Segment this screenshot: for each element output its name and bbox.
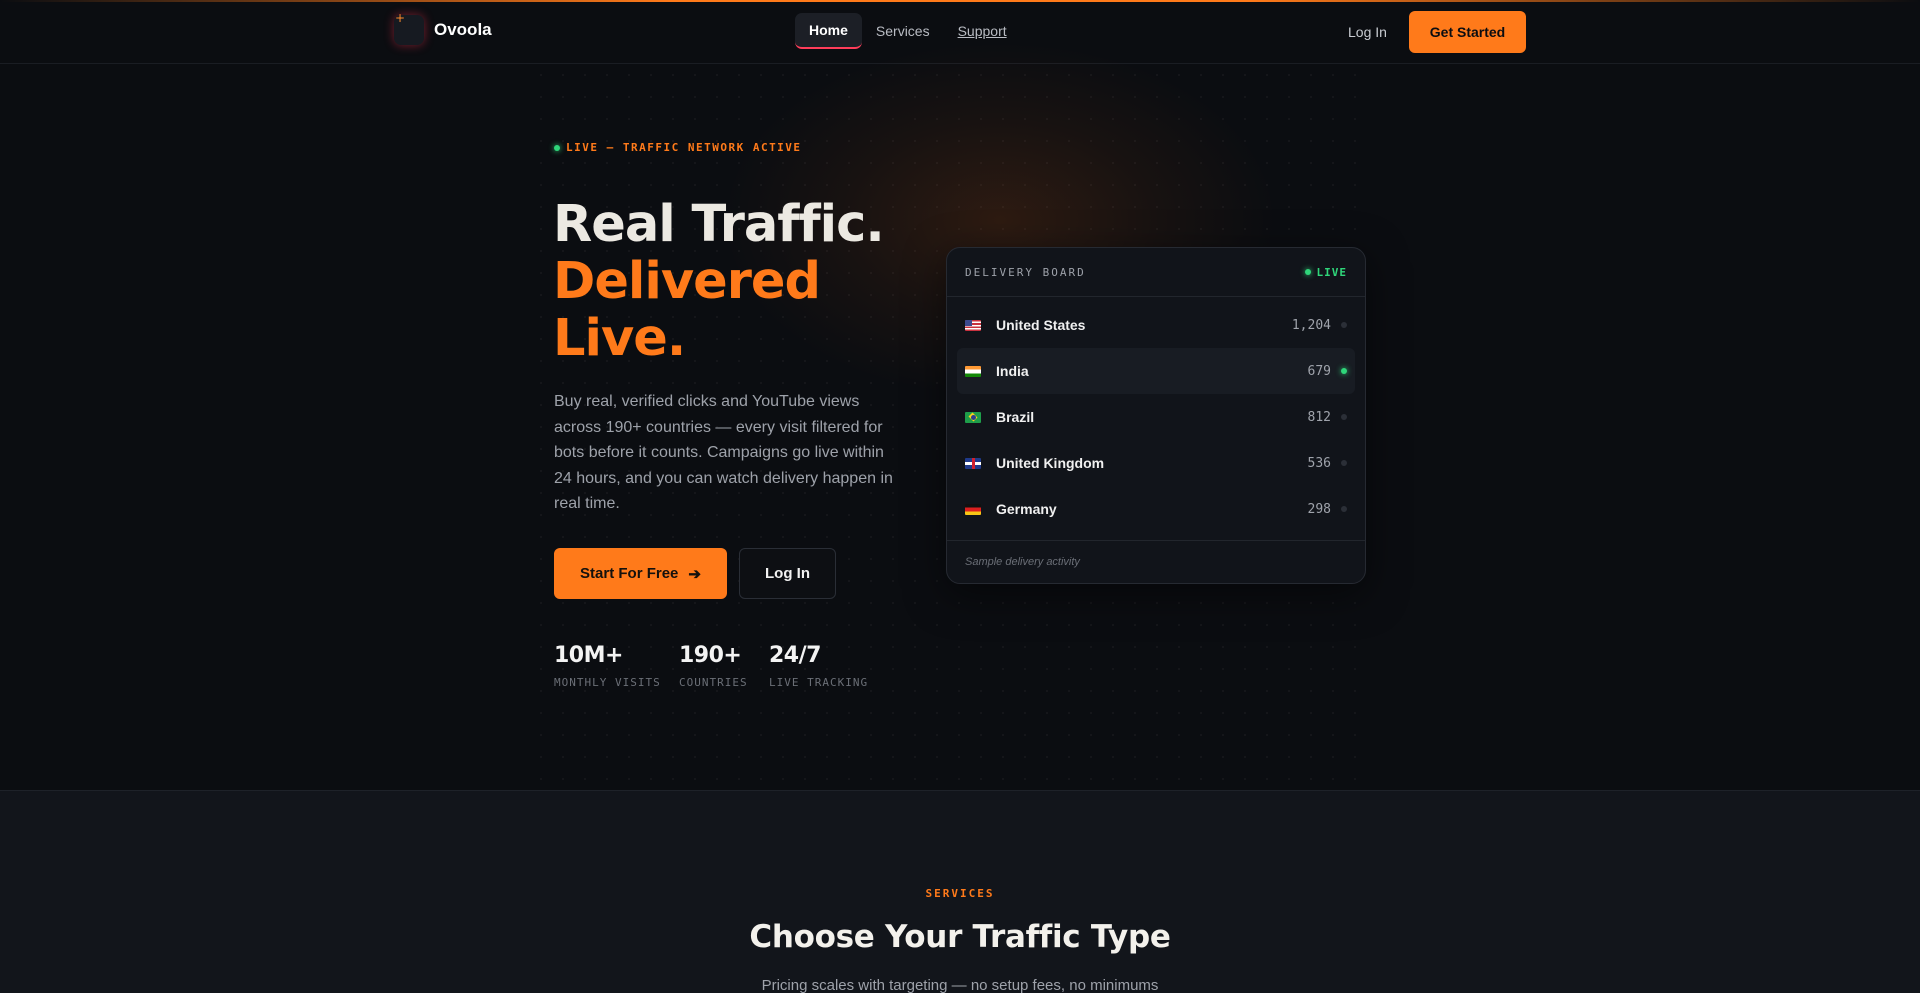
- get-started-button[interactable]: Get Started: [1409, 11, 1526, 53]
- services-subtitle: Pricing scales with targeting — no setup…: [761, 977, 1159, 993]
- services-title: Choose Your Traffic Type: [749, 919, 1171, 955]
- table-row: Germany 298: [957, 486, 1355, 532]
- stat-live-tracking: 24/7 LIVE TRACKING: [769, 643, 868, 689]
- status-dot-icon: [1341, 322, 1347, 328]
- hero-title-line3: Live.: [553, 309, 686, 368]
- visit-count: 812: [1307, 409, 1331, 425]
- stat-label: COUNTRIES: [679, 676, 748, 689]
- table-row: India 679: [957, 348, 1355, 394]
- stat-value: 190+: [679, 643, 742, 668]
- stat-value: 24/7: [769, 643, 821, 668]
- hero-description: Buy real, verified clicks and YouTube vi…: [554, 393, 893, 512]
- visit-count: 298: [1307, 501, 1331, 517]
- nav-login-link[interactable]: Log In: [1348, 24, 1387, 40]
- stat-label: LIVE TRACKING: [769, 676, 869, 689]
- visit-count: 536: [1307, 455, 1331, 471]
- us-flag-icon: [965, 319, 981, 331]
- uk-flag-icon: [965, 457, 981, 469]
- table-row: United States 1,204: [957, 302, 1355, 348]
- start-for-free-button[interactable]: Start For Free ➔: [554, 548, 727, 599]
- brand-name: Ovoola: [434, 20, 492, 39]
- visit-count: 1,204: [1291, 317, 1331, 333]
- country-name: India: [996, 363, 1029, 379]
- country-name: Germany: [996, 501, 1057, 517]
- country-name: United States: [996, 317, 1086, 333]
- brand[interactable]: + Ovoola: [394, 11, 492, 45]
- board-header: DELIVERY BOARD LIVE: [947, 248, 1365, 297]
- arrow-right-icon: ➔: [688, 565, 701, 583]
- table-row: United Kingdom 536: [957, 440, 1355, 486]
- board-live-indicator: LIVE: [1304, 265, 1348, 279]
- status-dot-icon: [1341, 506, 1347, 512]
- board-title: DELIVERY BOARD: [965, 265, 1086, 279]
- stat-label: MONTHLY VISITS: [554, 676, 661, 689]
- start-for-free-label: Start For Free: [580, 565, 679, 582]
- visit-count: 679: [1307, 363, 1331, 379]
- logo-icon: +: [394, 11, 424, 45]
- status-dot-icon: [1341, 414, 1347, 420]
- hero-title-line1: Real Traffic.: [553, 195, 885, 254]
- live-dot-icon: [1304, 269, 1311, 275]
- board-rows: United States 1,204 India 679 Brazil 812…: [947, 297, 1365, 532]
- active-status-dot-icon: [1341, 368, 1347, 374]
- brazil-flag-icon: [965, 411, 981, 423]
- delivery-board: DELIVERY BOARD LIVE United States 1,204 …: [946, 247, 1366, 584]
- stat-countries: 190+ COUNTRIES: [679, 643, 748, 689]
- stat-value: 10M+: [554, 643, 623, 668]
- sparkle-icon: +: [395, 11, 406, 25]
- hero-title: Real Traffic. Delivered Live.: [553, 195, 885, 368]
- live-network-tag: LIVE — TRAFFIC NETWORK ACTIVE: [554, 141, 802, 154]
- services-section: SERVICES Choose Your Traffic Type Pricin…: [0, 790, 1920, 993]
- live-dot-icon: [554, 144, 560, 151]
- live-network-text: LIVE — TRAFFIC NETWORK ACTIVE: [566, 141, 802, 154]
- india-flag-icon: [965, 365, 981, 377]
- board-footer: Sample delivery activity: [947, 540, 1365, 583]
- board-live-text: LIVE: [1316, 265, 1347, 279]
- hero-title-line2: Delivered: [553, 252, 821, 311]
- status-dot-icon: [1341, 460, 1347, 466]
- germany-flag-icon: [965, 503, 981, 515]
- stat-monthly-visits: 10M+ MONTHLY VISITS: [554, 643, 661, 689]
- services-tag: SERVICES: [925, 887, 995, 900]
- hero-login-button[interactable]: Log In: [739, 548, 836, 599]
- table-row: Brazil 812: [957, 394, 1355, 440]
- country-name: Brazil: [996, 409, 1035, 425]
- country-name: United Kingdom: [996, 455, 1105, 471]
